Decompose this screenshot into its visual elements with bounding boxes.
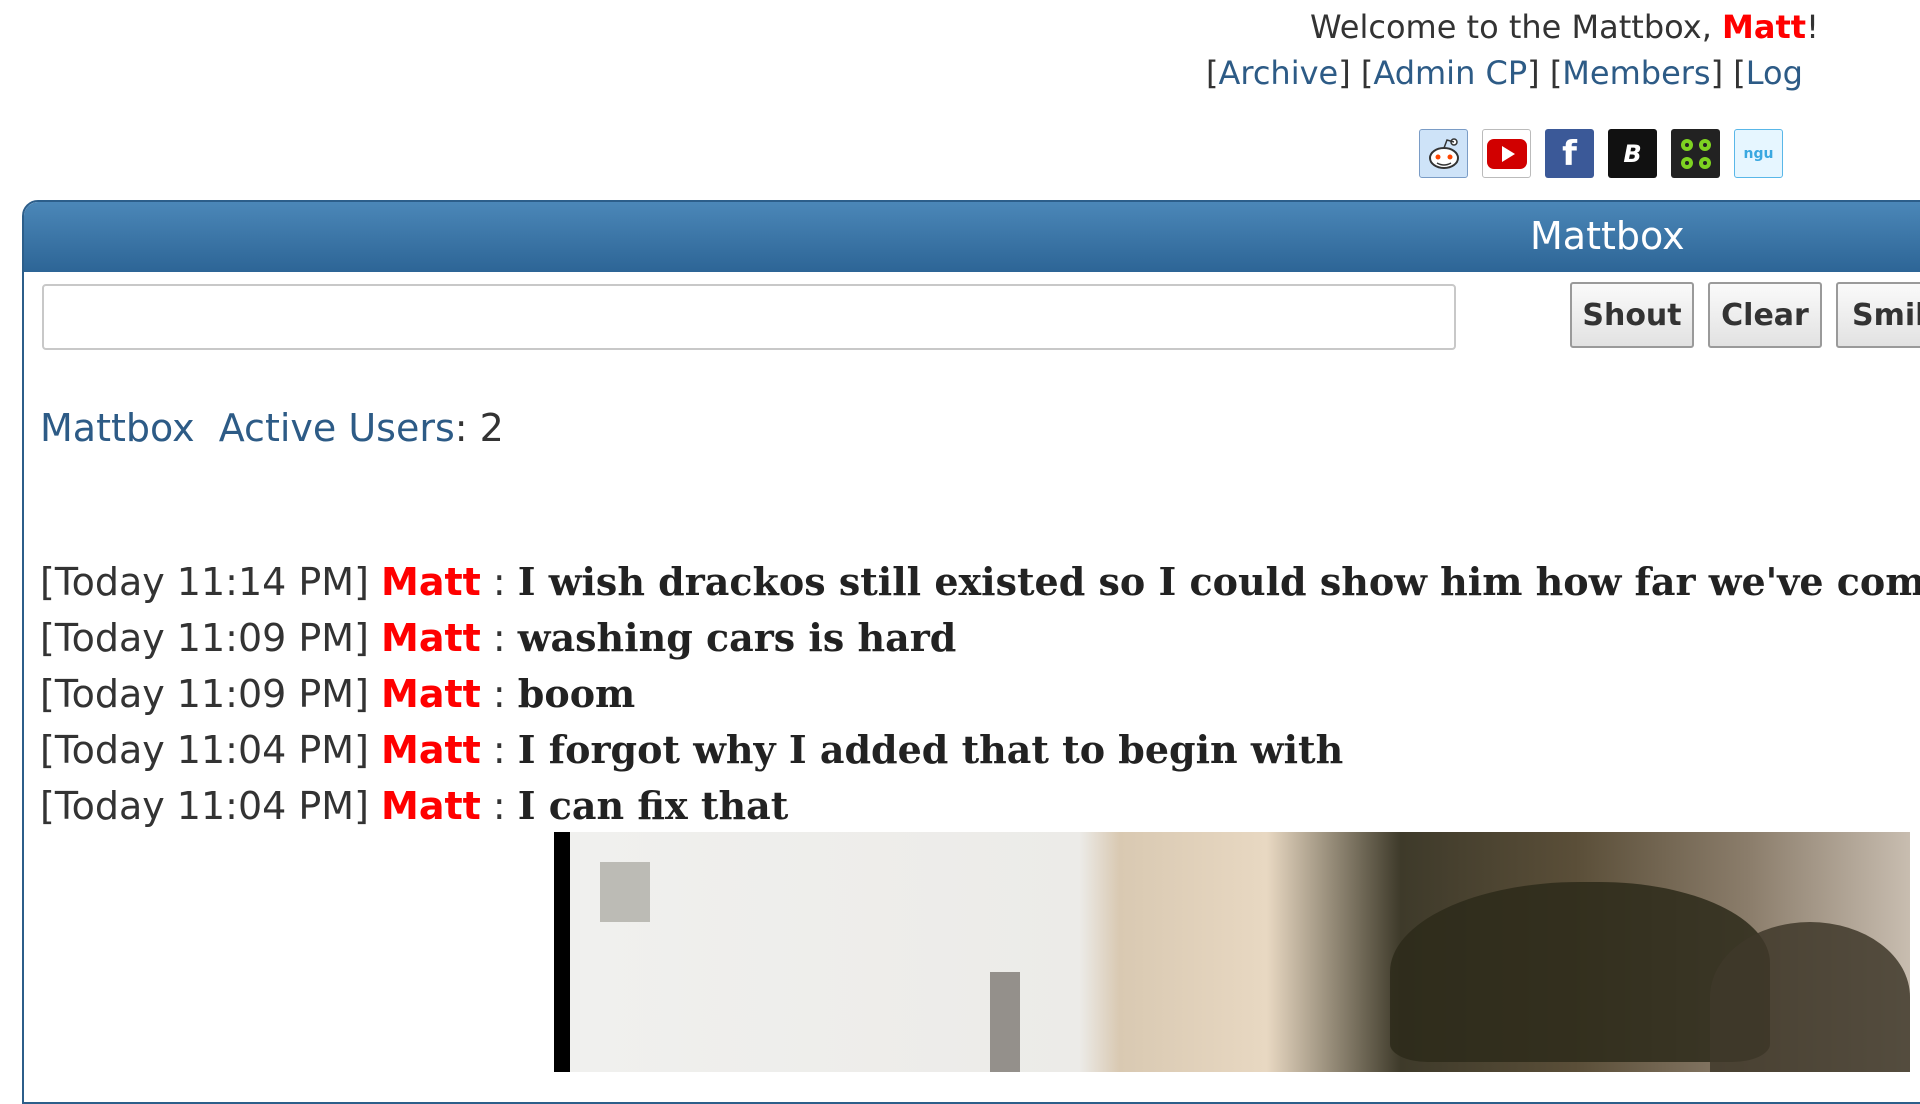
welcome-suffix: ! — [1806, 8, 1819, 46]
active-users-line: Mattbox Active Users: 2 — [40, 406, 504, 450]
message-time: [Today 11:04 PM] — [40, 728, 369, 772]
shout-input[interactable] — [42, 284, 1456, 350]
reddit-icon[interactable] — [1419, 129, 1468, 178]
admin-cp-link[interactable]: Admin CP — [1373, 54, 1527, 92]
mattbox-panel: Mattbox Shout Clear Smil Mattbox Active … — [22, 200, 1920, 1104]
archive-link[interactable]: Archive — [1218, 54, 1338, 92]
message-time: [Today 11:14 PM] — [40, 560, 369, 604]
gif-detail — [1710, 922, 1910, 1072]
message-user[interactable]: Matt — [381, 560, 481, 604]
gif-detail — [600, 862, 650, 922]
message-user[interactable]: Matt — [381, 616, 481, 660]
message-text: washing cars is hard — [517, 615, 957, 660]
mattbox-tab-link[interactable]: Mattbox — [40, 406, 195, 450]
social-icons: f B ngu — [1419, 129, 1783, 178]
message-row: [Today 11:04 PM] Matt : I can fix that — [40, 783, 789, 828]
b-icon[interactable]: B — [1608, 129, 1657, 178]
message-time: [Today 11:04 PM] — [40, 784, 369, 828]
youtube-icon[interactable] — [1482, 129, 1531, 178]
clover-icon[interactable] — [1671, 129, 1720, 178]
log-link[interactable]: Log — [1746, 54, 1803, 92]
welcome-username[interactable]: Matt — [1722, 8, 1806, 46]
ngu-icon[interactable]: ngu — [1734, 129, 1783, 178]
welcome-prefix: Welcome to the Mattbox, — [1310, 8, 1723, 46]
facebook-glyph: f — [1562, 133, 1577, 174]
panel-header: Mattbox — [24, 202, 1920, 272]
ngu-glyph: ngu — [1743, 145, 1774, 162]
message-text: I forgot why I added that to begin with — [517, 727, 1344, 772]
youtube-play-icon — [1486, 138, 1527, 169]
message-row: [Today 11:09 PM] Matt : boom — [40, 671, 636, 716]
embedded-gif-image — [554, 832, 1910, 1072]
message-text: I can fix that — [517, 783, 789, 828]
b-glyph: B — [1623, 139, 1642, 168]
message-user[interactable]: Matt — [381, 672, 481, 716]
message-text: boom — [517, 671, 636, 716]
message-user[interactable]: Matt — [381, 728, 481, 772]
message-time: [Today 11:09 PM] — [40, 672, 369, 716]
message-row: [Today 11:14 PM] Matt : I wish drackos s… — [40, 554, 1920, 610]
clear-button[interactable]: Clear — [1708, 282, 1822, 348]
members-link[interactable]: Members — [1562, 54, 1710, 92]
message-list: [Today 11:14 PM] Matt : I wish drackos s… — [40, 554, 1920, 834]
gif-detail — [990, 972, 1020, 1072]
top-nav-links: [Archive] [Admin CP] [Members] [Log — [1206, 54, 1803, 92]
message-row: [Today 11:09 PM] Matt : washing cars is … — [40, 615, 957, 660]
reddit-alien-icon — [1428, 137, 1459, 169]
message-user[interactable]: Matt — [381, 784, 481, 828]
message-row: [Today 11:04 PM] Matt : I forgot why I a… — [40, 727, 1344, 772]
panel-title: Mattbox — [1530, 214, 1685, 258]
facebook-icon[interactable]: f — [1545, 129, 1594, 178]
clover-glyph-icon — [1680, 138, 1711, 169]
active-users-count: 2 — [479, 406, 504, 450]
welcome-message: Welcome to the Mattbox, Matt! — [1310, 8, 1819, 46]
message-text: I wish drackos still existed so I could … — [517, 559, 1920, 604]
message-time: [Today 11:09 PM] — [40, 616, 369, 660]
active-users-link[interactable]: Active Users — [219, 406, 455, 450]
smilies-button[interactable]: Smil — [1836, 282, 1920, 348]
active-users-sep: : — [454, 406, 480, 450]
shout-button[interactable]: Shout — [1570, 282, 1694, 348]
